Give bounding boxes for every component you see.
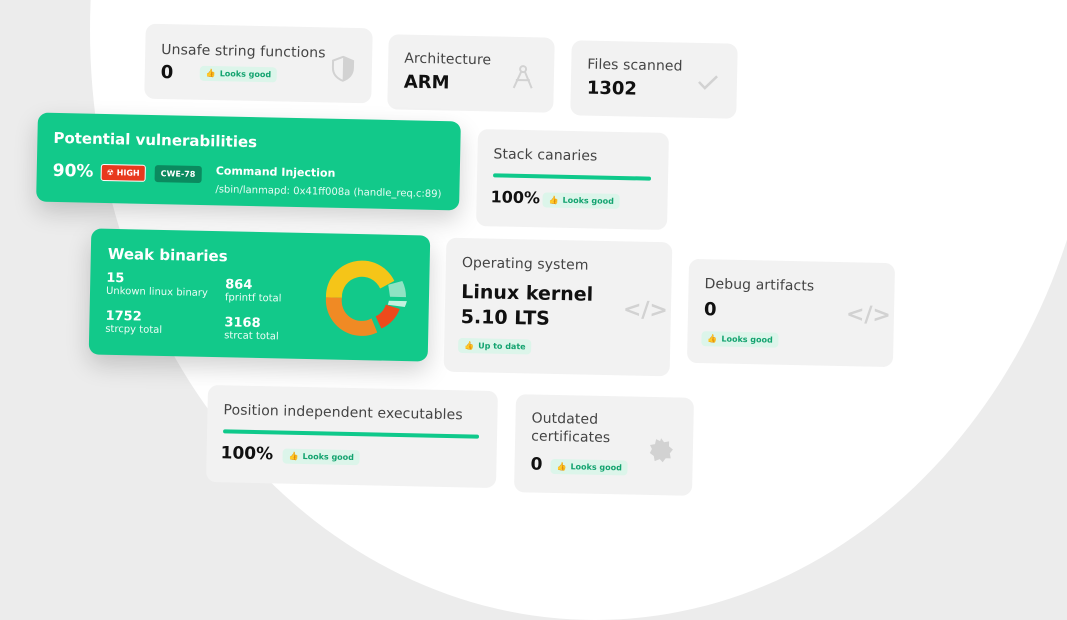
cwe-badge: CWE-78 [154,165,202,184]
thumbs-up-icon: 👍 [464,341,475,351]
stat-value: 3168 [224,315,261,332]
card-title: Operating system [461,254,589,274]
debug-artifacts-card[interactable]: Debug artifacts 0 👍 Looks good </> [686,258,896,368]
stat-fprintf: 864 fprintf total [225,277,282,304]
card-value: ARM [403,71,450,94]
stat-label: strcpy total [105,323,163,336]
card-title-line1: Outdated [531,410,599,428]
severity-badge: ☢ HIGH [100,163,146,182]
card-value: 1302 [586,77,638,100]
status-badge: 👍 Looks good [199,65,278,83]
pie-progress-bar [223,429,480,439]
files-scanned-card[interactable]: Files scanned 1302 [570,40,738,119]
potential-vulnerabilities-card[interactable]: Potential vulnerabilities 90% ☢ HIGH CWE… [36,112,461,211]
thumbs-up-icon: 👍 [288,451,299,461]
outdated-certificates-card[interactable]: Outdated certificates 0 👍 Looks good [513,394,695,496]
stat-label: Unkown linux binary [105,285,208,299]
weak-binaries-donut-chart [325,260,407,336]
thumbs-up-icon: 👍 [707,334,718,344]
donut-segment-mint [388,280,406,298]
card-title-line2: certificates [530,428,611,447]
progress-fill [223,429,480,439]
shield-icon [331,55,355,82]
card-title: Position independent executables [223,402,463,424]
architecture-card[interactable]: Architecture ARM [387,34,555,113]
card-title: Architecture [404,50,492,69]
operating-system-card[interactable]: Operating system Linux kernel 5.10 LTS 👍… [443,237,673,377]
badge-icon [649,438,673,463]
compass-icon [512,65,533,89]
card-value: 100% [220,443,274,465]
card-value: 100% [490,187,541,208]
thumbs-up-icon: 👍 [556,462,567,472]
stat-unknown-binary: 15 Unkown linux binary [106,271,208,299]
status-badge: 👍 Looks good [542,192,621,209]
donut-segment-orange [325,297,378,336]
unsafe-string-functions-card[interactable]: Unsafe string functions 0 👍 Looks good [144,23,373,104]
card-title: Stack canaries [493,146,598,165]
card-title: Unsafe string functions [161,41,326,62]
code-icon: </> [845,302,892,329]
card-title: Debug artifacts [704,276,815,295]
stat-value: 864 [225,277,253,293]
stack-canaries-progress-bar [493,173,652,181]
card-value: 0 [160,61,174,84]
card-title: Files scanned [587,56,683,75]
stat-strcpy: 1752 strcpy total [105,309,162,336]
os-name: Linux kernel [461,280,594,306]
progress-fill [493,173,652,181]
thumbs-up-icon: 👍 [548,195,559,205]
card-title: Potential vulnerabilities [53,128,258,152]
stat-label: fprintf total [224,292,282,305]
code-icon: </> [622,297,669,324]
check-icon [698,75,718,90]
donut-segment-red [375,304,400,329]
vulnerability-path: /sbin/lanmapd: 0x41ff008a (handle_req.c:… [215,184,442,201]
stat-value: 1752 [105,308,142,325]
stack-canaries-card[interactable]: Stack canaries 100% 👍 Looks good [476,129,669,230]
card-value: 0 [703,299,717,321]
status-badge: 👍 Up to date [458,337,532,355]
donut-segment-mint-light [387,300,407,308]
radiation-icon: ☢ [106,168,115,178]
status-badge: 👍 Looks good [282,448,361,466]
card-title: Weak binaries [107,244,228,266]
vulnerability-percent: 90% [52,160,94,182]
stat-label: strcat total [224,330,279,343]
status-badge: 👍 Looks good [550,458,629,476]
thumbs-up-icon: 👍 [205,68,216,79]
vulnerability-name: Command Injection [215,164,336,180]
weak-binaries-card[interactable]: Weak binaries 15 Unkown linux binary 864… [88,228,431,362]
donut-segment-yellow [325,260,395,298]
card-value: 0 [530,454,543,475]
position-independent-executables-card[interactable]: Position independent executables 100% 👍 … [206,384,498,489]
os-version: 5.10 LTS [460,305,551,330]
status-badge: 👍 Looks good [701,331,779,348]
stat-strcat: 3168 strcat total [224,315,279,342]
